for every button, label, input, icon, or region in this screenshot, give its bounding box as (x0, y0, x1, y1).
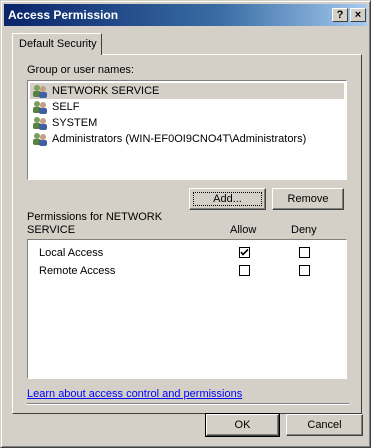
allow-column-header: Allow (230, 224, 257, 236)
remote-access-allow-checkbox[interactable] (239, 265, 250, 276)
permissions-label-line2: SERVICE (27, 224, 76, 236)
add-button[interactable]: Add... (189, 188, 266, 210)
tab-label: Default Security (19, 38, 97, 50)
list-item[interactable]: SELF (30, 99, 344, 115)
group-user-list[interactable]: NETWORK SERVICE SELF SYSTEM Administrato… (27, 80, 347, 180)
permissions-list: Local Access Remote Access (27, 239, 347, 379)
list-item[interactable]: NETWORK SERVICE (30, 83, 344, 99)
list-item[interactable]: Administrators (WIN-EF0OI9CNO4T\Administ… (30, 131, 344, 147)
title-bar[interactable]: Access Permission ? × (4, 4, 367, 26)
local-access-deny-checkbox[interactable] (299, 247, 310, 258)
list-item-label: SELF (52, 101, 80, 113)
check-icon (240, 248, 249, 256)
cancel-button-label: Cancel (307, 419, 342, 431)
remove-button[interactable]: Remove (272, 188, 344, 210)
help-button[interactable]: ? (332, 8, 348, 22)
ok-button[interactable]: OK (205, 413, 280, 437)
tab-default-security[interactable]: Default Security (12, 33, 102, 55)
list-item-label: NETWORK SERVICE (52, 85, 160, 97)
remote-access-deny-checkbox[interactable] (299, 265, 310, 276)
close-button[interactable]: × (350, 8, 366, 22)
local-access-allow-checkbox[interactable] (239, 247, 250, 258)
deny-column-header: Deny (291, 224, 317, 236)
list-item[interactable]: SYSTEM (30, 115, 344, 131)
permission-label-local-access: Local Access (39, 247, 104, 259)
focus-rect (193, 192, 262, 206)
list-item-label: SYSTEM (52, 117, 98, 129)
list-item-label: Administrators (WIN-EF0OI9CNO4T\Administ… (52, 133, 307, 145)
cancel-button[interactable]: Cancel (286, 414, 363, 436)
user-group-icon (33, 117, 47, 130)
group-names-label: Group or user names: (27, 64, 134, 76)
window-title: Access Permission (8, 8, 119, 22)
user-group-icon (33, 101, 47, 114)
ok-button-label: OK (234, 419, 251, 431)
permissions-label-line1: Permissions for NETWORK (27, 211, 163, 223)
user-group-icon (33, 133, 47, 146)
permission-label-remote-access: Remote Access (39, 265, 116, 277)
learn-more-link[interactable]: Learn about access control and permissio… (27, 388, 242, 400)
remove-button-label: Remove (287, 193, 329, 205)
user-group-icon (33, 85, 47, 98)
access-permission-dialog: Access Permission ? × Default Security G… (0, 0, 371, 448)
separator (27, 403, 349, 405)
